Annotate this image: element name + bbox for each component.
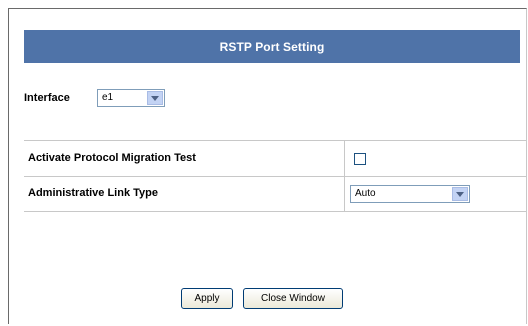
link-type-select[interactable]: Auto — [350, 185, 470, 203]
page-title: RSTP Port Setting — [219, 39, 325, 54]
chevron-down-icon[interactable] — [452, 187, 468, 201]
column-divider — [344, 141, 345, 176]
column-divider — [344, 176, 345, 211]
link-type-select-value: Auto — [355, 188, 376, 199]
close-window-button[interactable]: Close Window — [243, 288, 343, 309]
link-type-label: Administrative Link Type — [28, 187, 158, 199]
interface-select-value: e1 — [102, 92, 114, 103]
chevron-down-icon[interactable] — [147, 91, 163, 105]
interface-label: Interface — [24, 92, 70, 104]
interface-select[interactable]: e1 — [97, 89, 165, 107]
settings-table: Activate Protocol Migration Test Adminis… — [24, 140, 527, 212]
table-row: Activate Protocol Migration Test — [24, 141, 527, 177]
migration-test-checkbox[interactable] — [354, 153, 366, 165]
table-row: Administrative Link Type Auto — [24, 176, 527, 211]
migration-test-label: Activate Protocol Migration Test — [28, 152, 196, 164]
page-title-bar: RSTP Port Setting — [24, 30, 520, 63]
apply-button[interactable]: Apply — [181, 288, 233, 309]
